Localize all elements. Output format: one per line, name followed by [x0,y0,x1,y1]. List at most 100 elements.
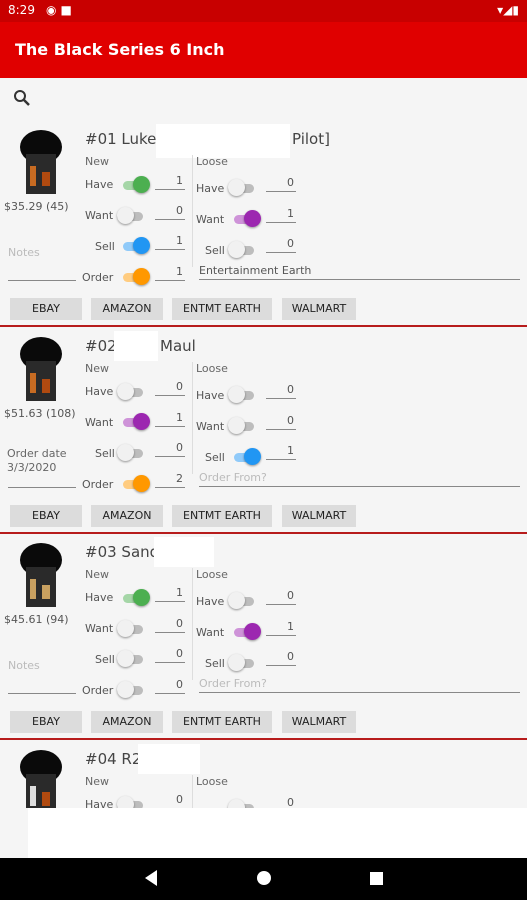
figure-card: #04 R2- New Loose Have 0 0 [0,740,527,808]
loose-sell-count[interactable]: 0 [266,650,296,666]
new-order-count[interactable]: 0 [155,678,185,694]
divider [192,155,193,267]
new-order-count[interactable]: 2 [155,472,185,488]
new-want-count[interactable]: 1 [155,411,185,427]
loose-have-count[interactable]: 0 [266,176,296,192]
loose-sell-count[interactable]: 0 [266,237,296,253]
figure-thumbnail [18,130,64,194]
divider [192,362,193,474]
new-want-label: Want [85,209,114,222]
recents-icon[interactable] [370,872,383,885]
amazon-button[interactable]: AMAZON [91,298,163,320]
figure-name: #01 Luke [85,130,157,148]
loose-sell-switch[interactable] [228,654,254,672]
new-sell-switch[interactable] [117,650,143,668]
loose-want-switch[interactable] [228,417,254,435]
amazon-button[interactable]: AMAZON [91,711,163,733]
new-order-count[interactable]: 1 [155,265,185,281]
loose-have-switch[interactable] [228,799,254,808]
loose-have-count[interactable]: 0 [266,383,296,399]
loose-want-switch[interactable] [234,623,261,641]
notes-field[interactable]: Notes [8,659,40,672]
ebay-button[interactable]: EBAY [10,711,82,733]
loose-sell-switch[interactable] [234,448,261,466]
home-icon[interactable] [257,871,271,885]
new-want-count[interactable]: 0 [155,204,185,220]
figure-thumbnail [18,337,64,401]
order-from-field[interactable]: Order From? [199,677,520,693]
new-want-switch[interactable] [117,620,143,638]
section-loose-label: Loose [196,568,228,581]
app-bar: The Black Series 6 Inch [0,22,527,78]
new-sell-count[interactable]: 0 [155,647,185,663]
status-bar: 8:29 ◉■ ▾◢▮ [0,0,527,22]
new-order-switch[interactable] [123,268,150,286]
new-sell-switch[interactable] [123,237,150,255]
loose-have-switch[interactable] [228,592,254,610]
new-have-count[interactable]: 0 [155,793,185,808]
content-mask [28,808,527,858]
new-order-switch[interactable] [123,475,150,493]
loose-have-switch[interactable] [228,179,254,197]
ebay-button[interactable]: EBAY [10,298,82,320]
new-want-switch[interactable] [117,207,143,225]
loose-sell-switch[interactable] [228,241,254,259]
entmt-earth-button[interactable]: ENTMT EARTH [172,298,272,320]
new-have-switch[interactable] [117,383,143,401]
status-time: 8:29 [8,3,35,17]
new-have-count[interactable]: 0 [155,380,185,396]
figure-price: $35.29 (45) [4,200,69,213]
new-order-label: Order [82,271,114,284]
ebay-button[interactable]: EBAY [10,505,82,527]
new-want-switch[interactable] [123,413,150,431]
new-sell-count[interactable]: 1 [155,234,185,250]
order-from-field[interactable]: Order From? [199,471,520,487]
figure-name-suffix: Pilot] [292,130,330,148]
new-have-label: Have [85,385,114,398]
new-have-label: Have [85,178,114,191]
loose-want-label: Want [196,213,225,226]
walmart-button[interactable]: WALMART [282,505,356,527]
new-have-count[interactable]: 1 [155,586,185,602]
walmart-button[interactable]: WALMART [282,711,356,733]
notes-underline [8,487,76,488]
search-icon[interactable] [12,88,32,108]
new-want-count[interactable]: 0 [155,617,185,633]
loose-have-count[interactable]: 0 [266,796,296,808]
loose-have-switch[interactable] [228,386,254,404]
loose-want-count[interactable]: 1 [266,207,296,223]
notes-field[interactable]: Notes [8,246,40,259]
amazon-button[interactable]: AMAZON [91,505,163,527]
figure-thumbnail [18,750,64,808]
loose-sell-label: Sell [205,244,225,257]
walmart-button[interactable]: WALMART [282,298,356,320]
loose-have-count[interactable]: 0 [266,589,296,605]
new-have-switch[interactable] [117,796,143,808]
entmt-earth-button[interactable]: ENTMT EARTH [172,711,272,733]
new-sell-count[interactable]: 0 [155,441,185,457]
notes-underline [8,693,76,694]
entmt-earth-button[interactable]: ENTMT EARTH [172,505,272,527]
order-date[interactable]: Order date 3/3/2020 [7,447,67,475]
new-want-label: Want [85,416,114,429]
back-icon[interactable] [145,870,157,886]
wifi-battery-icons: ▾◢▮ [497,3,519,17]
new-have-switch[interactable] [123,176,150,194]
loose-want-switch[interactable] [234,210,261,228]
new-order-switch[interactable] [117,681,143,699]
loose-sell-label: Sell [205,657,225,670]
new-have-count[interactable]: 1 [155,174,185,190]
new-have-switch[interactable] [123,589,150,607]
figure-name: #03 Sand [85,543,160,561]
redaction [156,124,290,158]
figure-name: #02 [85,337,117,355]
new-have-label: Have [85,591,114,604]
new-sell-switch[interactable] [117,444,143,462]
order-from-field[interactable]: Entertainment Earth [199,264,520,280]
new-order-label: Order [82,684,114,697]
figure-card: $51.63 (108) #02 Maul New Loose Have 0 W… [0,327,527,534]
loose-want-count[interactable]: 1 [266,620,296,636]
loose-want-count[interactable]: 0 [266,414,296,430]
loose-want-label: Want [196,420,225,433]
loose-sell-count[interactable]: 1 [266,444,296,460]
